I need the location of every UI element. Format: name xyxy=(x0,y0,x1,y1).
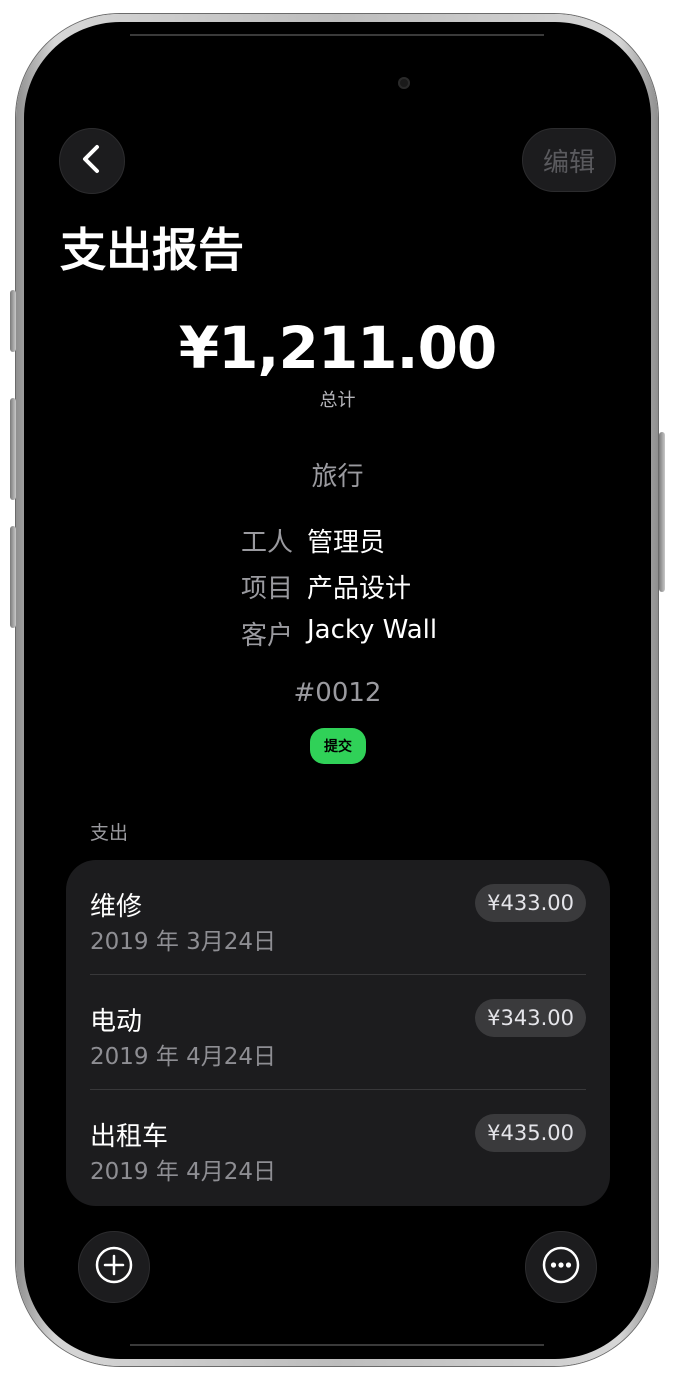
category-label: 旅行 xyxy=(311,462,364,492)
side-button-volume-down xyxy=(10,526,16,628)
expense-date: 2019 年 4月24日 xyxy=(90,1159,277,1185)
status-badge: 提交 xyxy=(310,728,366,764)
meta-value: 管理员 xyxy=(307,528,386,558)
expense-name: 电动 xyxy=(90,1007,143,1037)
expense-amount: ¥433.00 xyxy=(475,884,586,922)
page-title: 支出报告 xyxy=(60,223,244,277)
add-expense-button[interactable] xyxy=(78,1231,150,1303)
meta-value: Jacky Wall xyxy=(307,615,438,645)
bottom-rim-line xyxy=(130,1344,544,1346)
expense-amount: ¥343.00 xyxy=(475,999,586,1037)
expense-row[interactable]: 出租车 2019 年 4月24日 ¥435.00 xyxy=(66,1090,610,1205)
more-options-button[interactable] xyxy=(525,1231,597,1303)
report-id: #0012 xyxy=(293,678,382,708)
front-camera xyxy=(398,77,410,89)
expense-name: 出租车 xyxy=(90,1122,169,1152)
expense-date: 2019 年 4月24日 xyxy=(90,1044,277,1070)
expense-name: 维修 xyxy=(90,892,143,922)
meta-value: 产品设计 xyxy=(307,574,412,604)
expense-amount: ¥435.00 xyxy=(475,1114,586,1152)
meta-key: 客户 xyxy=(240,621,293,651)
top-rim-line xyxy=(130,34,544,36)
total-label: 总计 xyxy=(319,390,356,411)
expense-row[interactable]: 维修 2019 年 3月24日 ¥433.00 xyxy=(66,860,610,975)
chevron-left-icon xyxy=(79,144,105,178)
total-amount: ¥1,211.00 xyxy=(178,314,498,382)
expense-row[interactable]: 电动 2019 年 4月24日 ¥343.00 xyxy=(66,975,610,1090)
ellipsis-circle-icon xyxy=(541,1245,581,1289)
expenses-section-label: 支出 xyxy=(90,822,129,844)
plus-circle-icon xyxy=(94,1245,134,1289)
expenses-list: 维修 2019 年 3月24日 ¥433.00 电动 2019 年 4月24日 … xyxy=(66,860,610,1206)
meta-key: 工人 xyxy=(240,528,293,558)
back-button[interactable] xyxy=(59,128,125,194)
edit-button[interactable]: 编辑 xyxy=(522,128,616,192)
meta-key: 项目 xyxy=(240,574,293,604)
expense-date: 2019 年 3月24日 xyxy=(90,929,277,955)
